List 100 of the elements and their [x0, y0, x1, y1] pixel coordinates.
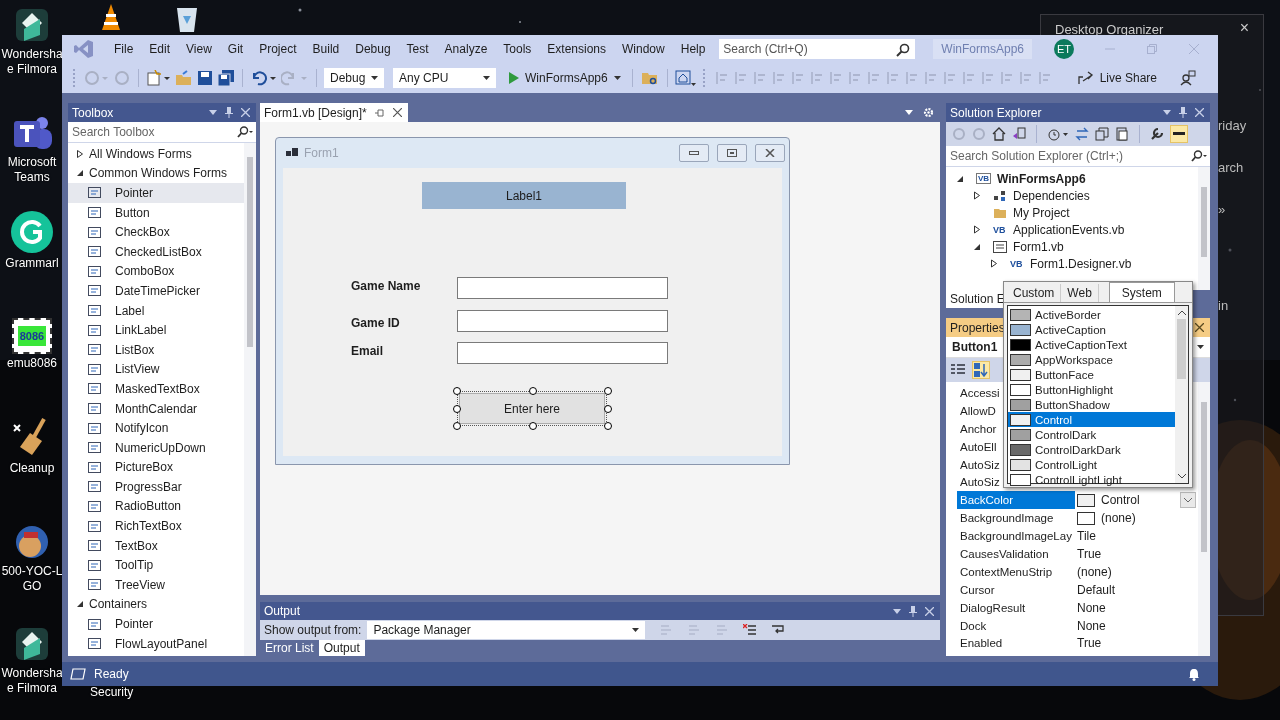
menu-item[interactable]: Tools	[495, 40, 540, 58]
property-row[interactable]: CausesValidation True	[957, 545, 1198, 563]
color-option[interactable]: ControlDark	[1008, 427, 1175, 442]
tree-item[interactable]: VB Form1.Designer.vb	[946, 255, 1198, 272]
menu-item[interactable]: Build	[304, 40, 348, 58]
toolbox-group[interactable]: All Windows Forms	[68, 144, 244, 164]
menu-item[interactable]: Debug	[347, 40, 399, 58]
picker-tab[interactable]: Custom	[1007, 284, 1062, 302]
scrollbar[interactable]	[1198, 382, 1210, 656]
input-field[interactable]	[457, 277, 668, 299]
pin-icon[interactable]	[909, 605, 917, 617]
color-option[interactable]: ActiveCaptionText	[1008, 337, 1175, 352]
resize-handle[interactable]	[453, 387, 461, 395]
color-option[interactable]: ControlLight	[1008, 457, 1175, 472]
toolbox-item[interactable]: Button	[68, 202, 244, 223]
menu-item[interactable]: Project	[251, 40, 305, 58]
toolbox-item[interactable]: ToolTip	[68, 555, 244, 576]
maximize-button[interactable]	[717, 144, 747, 162]
menu-item[interactable]: Git	[219, 40, 252, 58]
platform-dropdown[interactable]: Any CPU	[393, 68, 496, 88]
save-icon[interactable]	[196, 70, 214, 86]
history-icon[interactable]	[1047, 127, 1069, 141]
caret-icon[interactable]	[893, 608, 901, 614]
show-files-icon[interactable]	[1115, 127, 1129, 141]
expander-icon[interactable]	[973, 225, 981, 234]
color-option[interactable]: ControlDarkDark	[1008, 442, 1175, 457]
settings-icon[interactable]	[923, 107, 934, 118]
toolbox-item[interactable]: RichTextBox	[68, 516, 244, 536]
scrollbar[interactable]	[1198, 167, 1210, 290]
pin-icon[interactable]	[1179, 107, 1187, 118]
property-row[interactable]: DialogResult None	[957, 598, 1198, 617]
property-row[interactable]: BackgroundImage (none)	[957, 509, 1198, 528]
toolbox-item[interactable]: TextBox	[68, 535, 244, 556]
avatar[interactable]: ET	[1054, 39, 1074, 59]
property-row[interactable]: Enabled True	[957, 634, 1198, 653]
clear-icon[interactable]	[743, 624, 758, 636]
toolbox-item[interactable]: MaskedTextBox	[68, 379, 244, 399]
home-icon[interactable]	[674, 70, 697, 86]
toolbox-group[interactable]: Containers	[68, 594, 244, 615]
color-option[interactable]: Control	[1008, 412, 1175, 427]
app-icon[interactable]: 8086	[12, 318, 52, 354]
expander-icon[interactable]	[973, 242, 981, 251]
caret-icon[interactable]	[209, 110, 217, 115]
color-option[interactable]: ButtonShadow	[1008, 397, 1175, 412]
tree-item[interactable]: My Project	[946, 204, 1198, 221]
color-option[interactable]: ButtonHighlight	[1008, 382, 1175, 397]
property-row[interactable]: BackgroundImageLay Tile	[957, 527, 1198, 545]
sync-icon[interactable]	[1075, 127, 1089, 141]
toolbox-item[interactable]: NumericUpDown	[68, 437, 244, 458]
undo-icon[interactable]	[250, 70, 278, 86]
expander-icon[interactable]	[956, 174, 964, 183]
toolbox-item[interactable]: Label	[68, 300, 244, 321]
toolbox-group[interactable]: Common Windows Forms	[68, 163, 244, 184]
color-option[interactable]: AppWorkspace	[1008, 352, 1175, 367]
resize-handle[interactable]	[529, 387, 537, 395]
menu-item[interactable]: Help	[672, 40, 714, 58]
toolbox-item[interactable]: Pointer	[68, 614, 244, 634]
toolbox-item[interactable]: FlowLayoutPanel	[68, 633, 244, 654]
tree-item[interactable]: Dependencies	[946, 187, 1198, 204]
expander-icon[interactable]	[76, 149, 84, 158]
resize-handle[interactable]	[453, 422, 461, 430]
live-share-button[interactable]: Live Share	[1077, 71, 1157, 85]
toolbox-item[interactable]: LinkLabel	[68, 320, 244, 340]
configuration-dropdown[interactable]: Debug	[324, 68, 384, 88]
property-row[interactable]: ContextMenuStrip (none)	[957, 562, 1198, 581]
input-field[interactable]	[457, 310, 668, 332]
color-option[interactable]: ButtonFace	[1008, 367, 1175, 382]
input-field[interactable]	[457, 342, 668, 364]
collapse-icon[interactable]	[1095, 127, 1109, 141]
menu-item[interactable]: Edit	[141, 40, 179, 58]
toolbox-item[interactable]: DateTimePicker	[68, 281, 244, 301]
expander-icon[interactable]	[76, 600, 84, 609]
toolbox-item[interactable]: ListView	[68, 359, 244, 380]
color-option[interactable]: ControlLightLight	[1008, 472, 1175, 487]
tree-item[interactable]: VB ApplicationEvents.vb	[946, 221, 1198, 238]
save-all-icon[interactable]	[217, 70, 235, 86]
switch-views-icon[interactable]	[1012, 127, 1026, 141]
menu-item[interactable]: Window	[614, 40, 673, 58]
property-row[interactable]: Cursor Default	[957, 580, 1198, 599]
close-button[interactable]: ×	[1239, 19, 1249, 37]
categorized-icon[interactable]	[950, 363, 966, 377]
caret-icon[interactable]	[1163, 110, 1171, 115]
close-icon[interactable]	[1195, 323, 1204, 332]
app-icon[interactable]	[10, 210, 54, 254]
label-control[interactable]: Label1	[422, 182, 626, 209]
property-row[interactable]: Dock None	[957, 616, 1198, 635]
preview-button[interactable]	[1170, 125, 1188, 143]
tree-item[interactable]: VB WinFormsApp6	[946, 170, 1198, 187]
form-window[interactable]: Form1 Label1 Game Name Game ID Email Enter here	[275, 137, 790, 465]
toolbox-item[interactable]: PictureBox	[68, 457, 244, 478]
expander-icon[interactable]	[973, 191, 981, 200]
property-row[interactable]: BackColor Control	[957, 491, 1198, 510]
toolbox-item[interactable]: NotifyIcon	[68, 418, 244, 438]
feedback-icon[interactable]	[1180, 70, 1196, 86]
resize-handle[interactable]	[453, 405, 461, 413]
home-icon[interactable]	[992, 127, 1006, 141]
toolbox-item[interactable]: CheckBox	[68, 222, 244, 242]
toolbox-item[interactable]: ComboBox	[68, 261, 244, 282]
scroll-thumb[interactable]	[1177, 319, 1186, 379]
toolbox-item[interactable]: CheckedListBox	[68, 241, 244, 262]
